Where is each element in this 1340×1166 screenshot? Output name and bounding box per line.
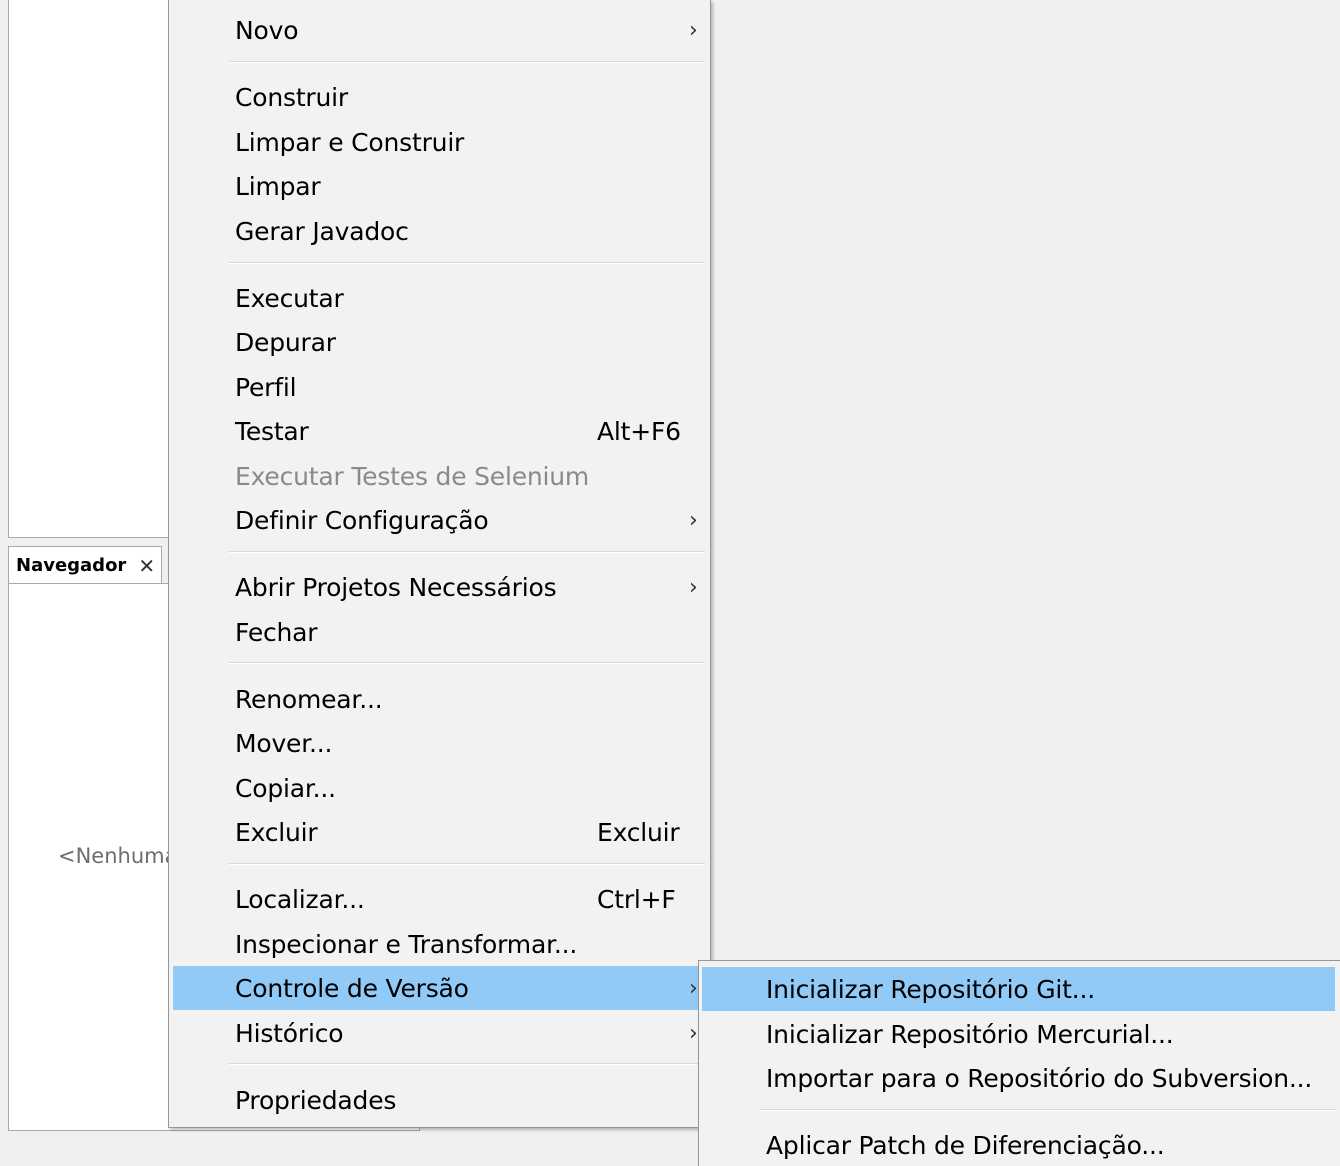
tab-navigator-label: Navegador [16,555,127,576]
submenu-item-importar-subversion[interactable]: Importar para o Repositório do Subversio… [702,1056,1335,1100]
menu-item-label: Definir Configuração [235,505,489,535]
chevron-right-icon: › [689,507,698,533]
chevron-right-icon: › [689,975,698,1001]
menu-item-label: Limpar [235,171,321,201]
menu-item-label: Renomear... [235,684,383,714]
menu-item-label: Testar [235,416,309,446]
menu-item-inspecionar-e-transformar[interactable]: Inspecionar e Transformar... [173,922,706,966]
menu-item-label: Controle de Versão [235,973,469,1003]
chevron-right-icon: › [689,574,698,600]
submenu-item-label: Aplicar Patch de Diferenciação... [766,1130,1165,1160]
menu-item-executar-testes-selenium: Executar Testes de Selenium [173,454,706,498]
menu-item-abrir-projetos-necessarios[interactable]: Abrir Projetos Necessários › [173,565,706,609]
menu-item-novo[interactable]: Novo › [173,8,706,52]
close-icon[interactable]: ✕ [138,554,155,578]
menu-separator [229,262,705,264]
chevron-right-icon: › [689,17,698,43]
menu-item-label: Fechar [235,617,318,647]
menu-item-label: Mover... [235,728,333,758]
menu-item-label: Abrir Projetos Necessários [235,572,557,602]
menu-separator [229,61,705,63]
menu-item-label: Propriedades [235,1085,397,1115]
submenu-item-label: Inicializar Repositório Git... [766,974,1096,1004]
menu-item-excluir[interactable]: Excluir Excluir [173,810,706,854]
menu-item-propriedades[interactable]: Propriedades [173,1078,706,1122]
menu-item-localizar[interactable]: Localizar... Ctrl+F [173,877,706,921]
status-strip [0,1131,700,1166]
menu-item-mover[interactable]: Mover... [173,721,706,765]
submenu-item-inicializar-git[interactable]: Inicializar Repositório Git... [702,967,1335,1011]
menu-item-shortcut: Excluir [597,817,680,847]
menu-item-label: Histórico [235,1018,344,1048]
submenu-item-label: Inicializar Repositório Mercurial... [766,1019,1174,1049]
menu-item-copiar[interactable]: Copiar... [173,766,706,810]
menu-separator [229,662,705,664]
menu-item-label: Limpar e Construir [235,127,465,157]
menu-item-testar[interactable]: Testar Alt+F6 [173,409,706,453]
menu-item-label: Depurar [235,327,336,357]
menu-item-label: Construir [235,82,348,112]
menu-item-gerar-javadoc[interactable]: Gerar Javadoc [173,209,706,253]
menu-item-limpar-e-construir[interactable]: Limpar e Construir [173,120,706,164]
menu-item-label: Executar [235,283,344,313]
chevron-right-icon: › [689,1020,698,1046]
menu-item-label: Perfil [235,372,297,402]
submenu-item-aplicar-patch[interactable]: Aplicar Patch de Diferenciação... [702,1123,1335,1166]
menu-item-label: Inspecionar e Transformar... [235,929,578,959]
menu-item-perfil[interactable]: Perfil [173,365,706,409]
menu-item-executar[interactable]: Executar [173,276,706,320]
navigator-empty-text: <Nenhuma [58,844,178,868]
project-context-menu: Novo › Construir Limpar e Construir Limp… [168,0,711,1128]
menu-item-controle-de-versao[interactable]: Controle de Versão › [173,966,706,1010]
menu-separator [229,863,705,865]
tab-navigator[interactable]: Navegador ✕ [8,546,162,584]
menu-item-label: Localizar... [235,884,365,914]
menu-item-label: Excluir [235,817,318,847]
menu-item-renomear[interactable]: Renomear... [173,677,706,721]
menu-item-fechar[interactable]: Fechar [173,610,706,654]
menu-item-label: Executar Testes de Selenium [235,461,590,491]
version-control-submenu: Inicializar Repositório Git... Inicializ… [698,960,1340,1166]
menu-item-shortcut: Ctrl+F [597,884,676,914]
menu-item-depurar[interactable]: Depurar [173,320,706,364]
menu-separator [229,551,705,553]
menu-item-label: Gerar Javadoc [235,216,409,246]
menu-separator [229,1063,705,1065]
menu-item-label: Novo [235,15,299,45]
submenu-item-label: Importar para o Repositório do Subversio… [766,1063,1313,1093]
submenu-separator [759,1109,1337,1111]
menu-item-historico[interactable]: Histórico › [173,1011,706,1055]
menu-item-definir-configuracao[interactable]: Definir Configuração › [173,498,706,542]
menu-item-shortcut: Alt+F6 [597,416,681,446]
menu-item-label: Copiar... [235,773,336,803]
menu-item-construir[interactable]: Construir [173,75,706,119]
menu-item-limpar[interactable]: Limpar [173,164,706,208]
submenu-item-inicializar-mercurial[interactable]: Inicializar Repositório Mercurial... [702,1012,1335,1056]
